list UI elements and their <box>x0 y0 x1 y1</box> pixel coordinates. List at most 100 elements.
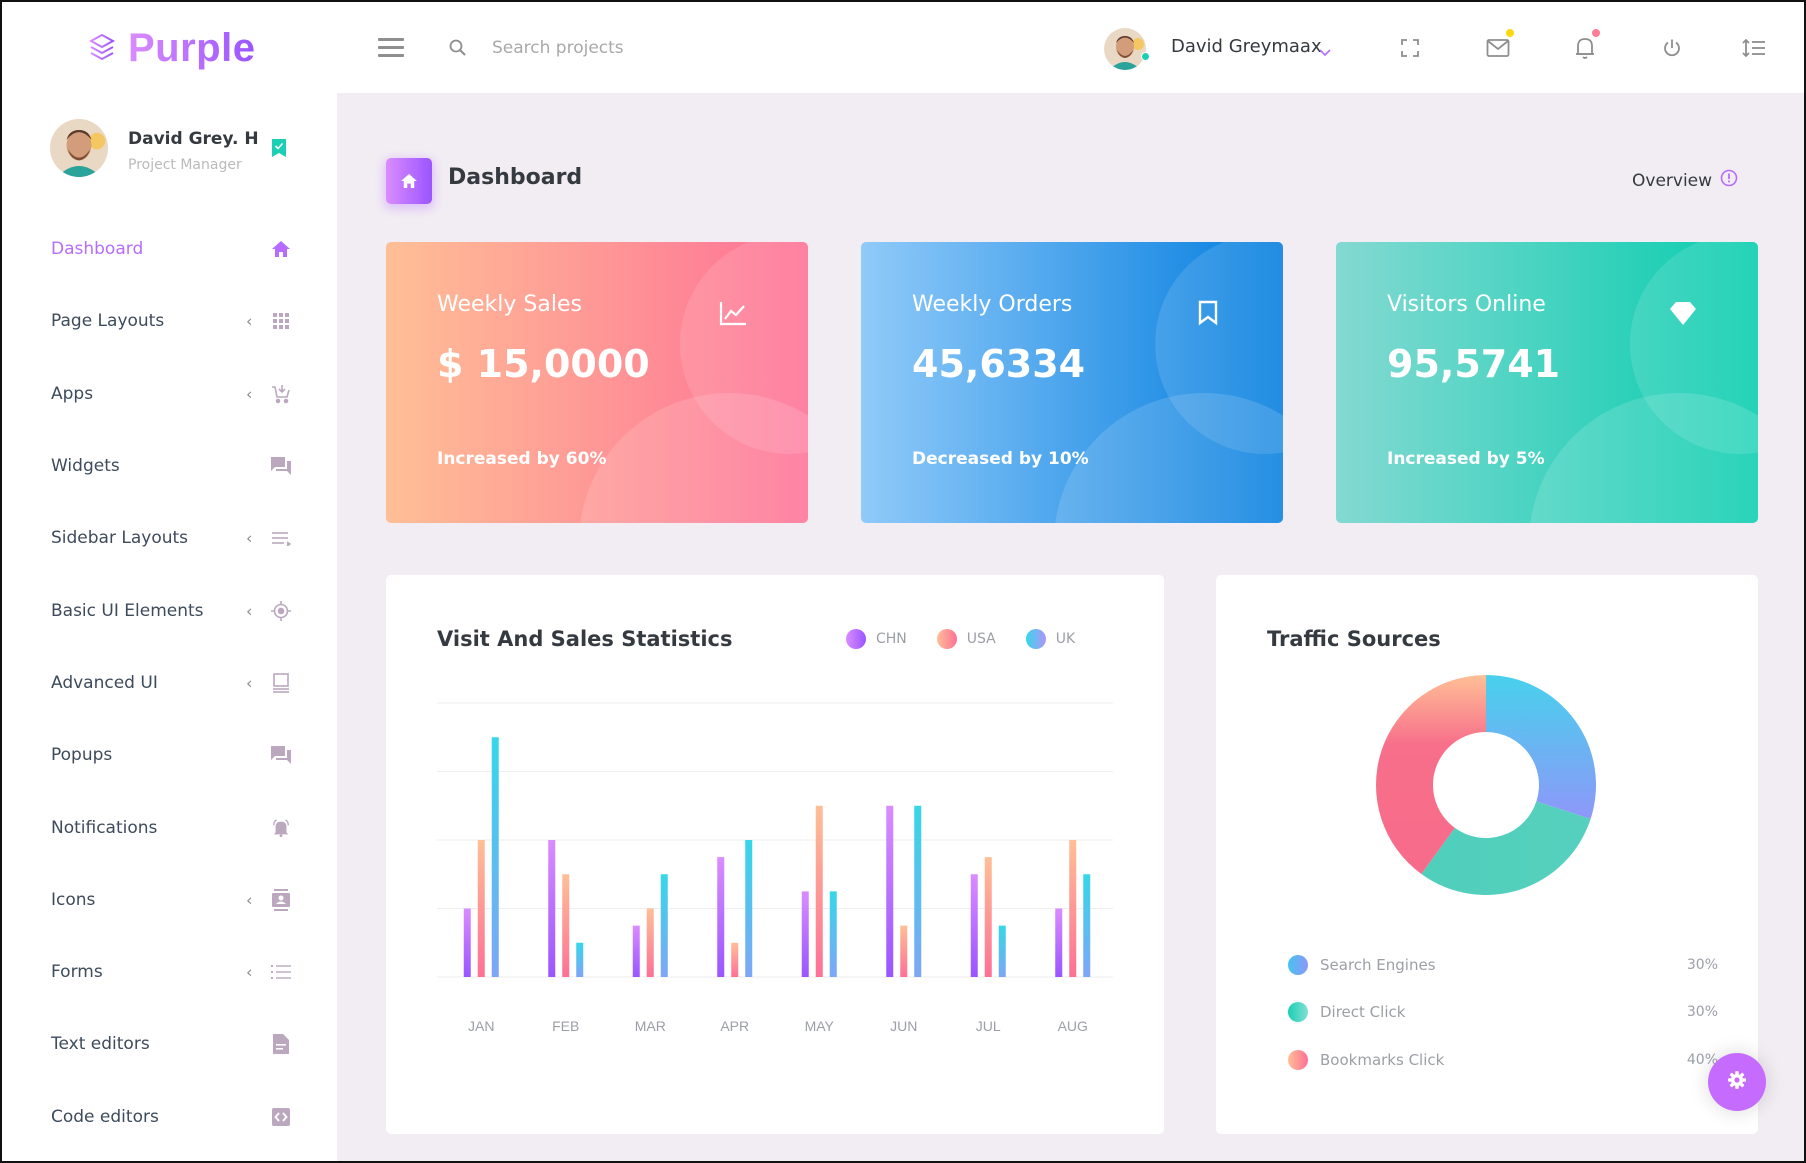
sidebar-item-notifications[interactable]: Notifications <box>2 791 337 863</box>
donut-slice-direct-click[interactable] <box>1421 801 1591 895</box>
sidebar-item-widgets[interactable]: Widgets <box>2 430 337 502</box>
bar-usa-mar[interactable] <box>646 908 654 978</box>
weekly-sales-card: Weekly Sales $ 15,0000 Increased by 60% <box>386 242 808 523</box>
x-tick-label: JUL <box>976 1018 1001 1034</box>
sidebar-profile[interactable]: David Grey. H Project Manager <box>50 119 310 179</box>
chevron-left-icon: ‹ <box>246 311 253 331</box>
bar-uk-mar[interactable] <box>660 874 668 977</box>
contacts-icon <box>271 888 291 911</box>
gear-icon <box>1727 1070 1747 1094</box>
bar-uk-jul[interactable] <box>998 925 1006 977</box>
sidebar-item-label: Sidebar Layouts <box>51 528 189 549</box>
bar-uk-feb[interactable] <box>576 942 584 977</box>
card-change: Increased by 60% <box>437 449 607 469</box>
chevron-left-icon: ‹ <box>246 962 253 982</box>
layers-icon <box>88 32 116 66</box>
sidebar-item-text-editors[interactable]: Text editors <box>2 1008 337 1080</box>
bookmark-check-icon <box>272 139 286 161</box>
chevron-left-icon: ‹ <box>246 890 253 910</box>
bar-usa-jul[interactable] <box>984 857 992 977</box>
legend-swatch <box>1288 954 1308 975</box>
traffic-value: 30% <box>1686 1004 1718 1021</box>
cart-icon <box>271 384 291 404</box>
bar-chn-jun[interactable] <box>886 805 894 977</box>
legend-swatch <box>1288 1049 1308 1070</box>
bar-chn-mar[interactable] <box>632 925 640 977</box>
document-icon <box>271 1034 291 1055</box>
sidebar-item-sidebar-layouts[interactable]: Sidebar Layouts ‹ <box>2 502 337 574</box>
sidebar-item-label: Widgets <box>51 456 120 477</box>
traffic-row-direct-click: Direct Click 30% <box>1288 989 1718 1037</box>
x-tick-label: APR <box>720 1018 749 1034</box>
chevron-down-icon[interactable] <box>1319 42 1331 61</box>
power-icon[interactable] <box>1659 35 1685 61</box>
sidebar-item-forms[interactable]: Forms ‹ <box>2 936 337 1008</box>
bar-uk-aug[interactable] <box>1083 874 1091 977</box>
bar-uk-jan[interactable] <box>491 737 499 977</box>
settings-fab-button[interactable] <box>1708 1053 1766 1111</box>
bar-chn-jul[interactable] <box>970 874 978 977</box>
sidebar-item-code-editors[interactable]: Code editors <box>2 1081 337 1153</box>
bell-ring-icon <box>271 818 291 838</box>
bar-usa-apr[interactable] <box>731 942 739 977</box>
menu-lines-icon[interactable] <box>1741 35 1767 61</box>
sidebar-item-basic-ui-elements[interactable]: Basic UI Elements ‹ <box>2 574 337 646</box>
home-icon <box>271 239 291 259</box>
traffic-legend: Search Engines 30% Direct Click 30% Book… <box>1288 941 1718 1084</box>
menu-toggle-button[interactable] <box>378 38 404 58</box>
bar-uk-may[interactable] <box>829 891 837 977</box>
bar-usa-feb[interactable] <box>562 874 570 977</box>
bar-chn-jan[interactable] <box>463 908 471 978</box>
hamburger-line <box>378 38 404 41</box>
sidebar-item-apps[interactable]: Apps ‹ <box>2 358 337 430</box>
bar-uk-jun[interactable] <box>914 805 922 977</box>
sidebar-item-label: Basic UI Elements <box>51 600 204 621</box>
profile-avatar <box>50 119 108 177</box>
brand-logo[interactable]: Purple <box>88 26 255 71</box>
bar-chn-aug[interactable] <box>1055 908 1063 978</box>
bar-usa-aug[interactable] <box>1069 840 1077 977</box>
sidebar-item-popups[interactable]: Popups <box>2 719 337 791</box>
page-title-home-icon <box>386 158 432 204</box>
chart-line-icon <box>718 298 748 328</box>
card-value: 45,6334 <box>912 342 1086 386</box>
bar-uk-apr[interactable] <box>745 840 753 977</box>
x-tick-label: AUG <box>1058 1018 1088 1034</box>
x-tick-label: MAY <box>805 1018 835 1034</box>
bar-usa-jun[interactable] <box>900 925 908 977</box>
search-input[interactable] <box>492 32 792 64</box>
bar-chn-may[interactable] <box>801 891 809 977</box>
crosshairs-icon <box>271 600 291 621</box>
card-value: $ 15,0000 <box>437 342 650 386</box>
top-navbar: Purple David Greymaax <box>2 2 1804 93</box>
bar-chn-feb[interactable] <box>548 840 556 977</box>
notification-badge <box>1592 29 1600 37</box>
sidebar-item-label: Notifications <box>51 817 158 838</box>
bar-usa-jan[interactable] <box>477 840 485 977</box>
card-change: Increased by 5% <box>1387 449 1545 469</box>
header-avatar[interactable] <box>1104 28 1146 70</box>
fullscreen-icon[interactable] <box>1397 35 1423 61</box>
x-tick-label: JUN <box>890 1018 917 1034</box>
mail-icon[interactable] <box>1485 35 1511 61</box>
card-change: Decreased by 10% <box>912 449 1089 469</box>
traffic-sources-panel: Traffic Sources Search Engines 30% Direc… <box>1216 575 1758 1134</box>
donut-chart <box>1376 675 1596 895</box>
decor-circle <box>579 393 808 523</box>
traffic-row-search-engines: Search Engines 30% <box>1288 941 1718 989</box>
sidebar-item-advanced-ui[interactable]: Advanced UI ‹ <box>2 647 337 719</box>
header-user-name[interactable]: David Greymaax <box>1171 36 1322 57</box>
bar-chart: JAN FEB MAR APR MAY JUN JUL AUG <box>437 702 1113 1034</box>
sidebar-item-icons[interactable]: Icons ‹ <box>2 864 337 936</box>
traffic-label: Search Engines <box>1320 955 1436 974</box>
bell-icon[interactable] <box>1572 35 1598 61</box>
bar-chn-apr[interactable] <box>717 857 725 977</box>
overview-link[interactable]: Overview <box>1632 169 1738 192</box>
sidebar-item-dashboard[interactable]: Dashboard <box>2 213 337 285</box>
code-icon <box>271 1107 291 1127</box>
forum-icon <box>271 745 291 765</box>
donut-slice-search-engines[interactable] <box>1486 675 1596 819</box>
sidebar-item-page-layouts[interactable]: Page Layouts ‹ <box>2 285 337 357</box>
bar-usa-may[interactable] <box>815 805 823 977</box>
search-icon <box>448 38 468 62</box>
